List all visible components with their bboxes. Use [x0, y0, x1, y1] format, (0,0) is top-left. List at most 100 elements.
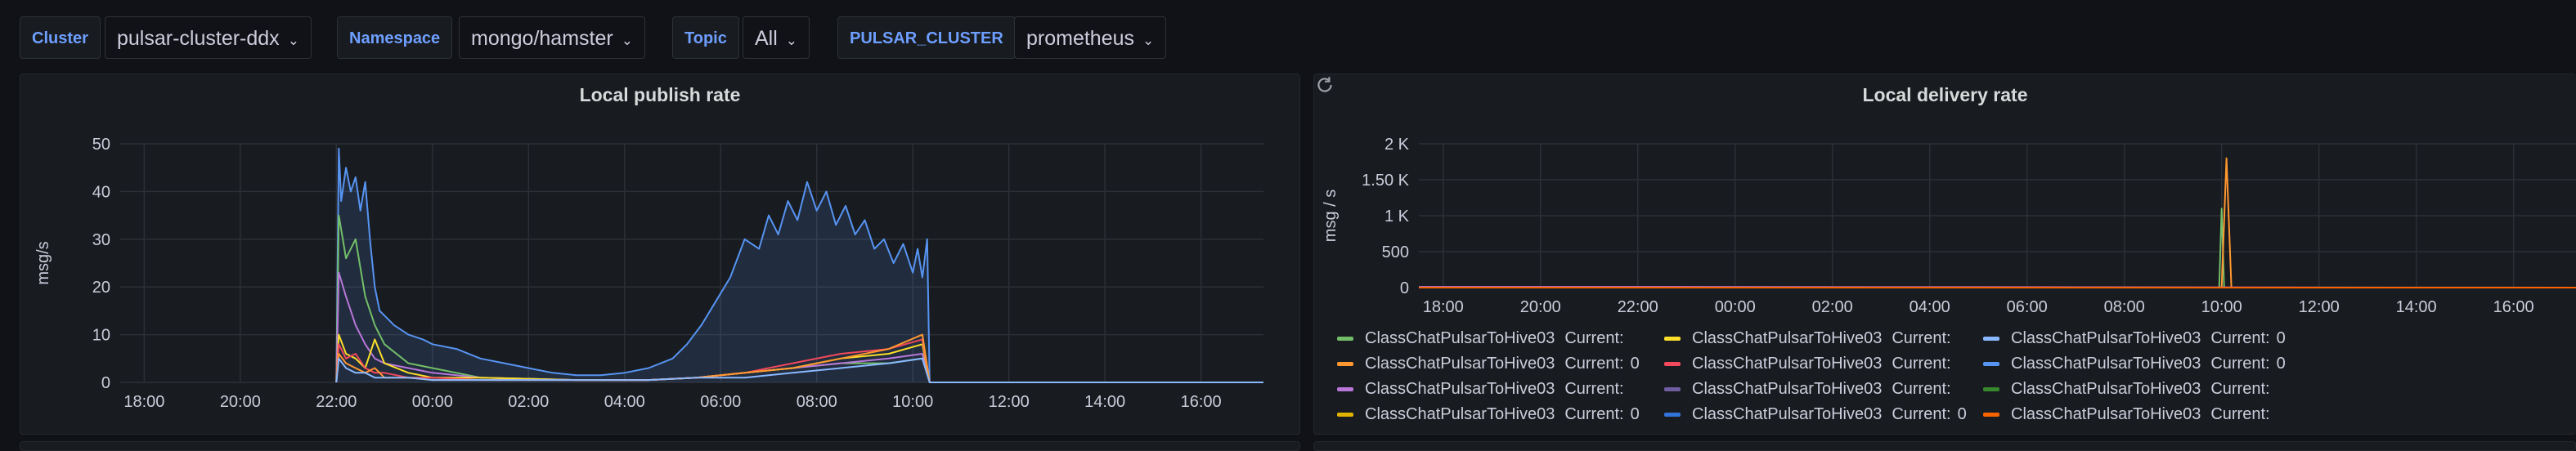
legend-current-value: 0 — [2276, 329, 2286, 347]
x-tick-label: 14:00 — [2396, 298, 2437, 316]
next-panel-edge — [1313, 441, 2576, 451]
legend-current-label: Current: — [1564, 355, 1624, 373]
legend-current-label: Current: — [2210, 355, 2270, 373]
legend-current-value: 0 — [1630, 405, 1640, 423]
chevron-down-icon: ⌄ — [785, 33, 798, 48]
x-tick-label: 04:00 — [1910, 298, 1950, 316]
legend-item[interactable]: ClassChatPulsarToHive03 Current: 0 — [1337, 405, 1640, 424]
y-tick-label: 2 K — [1384, 136, 1410, 154]
local-publish-rate-panel[interactable]: Local publish rate 0 10 20 30 40 50 18:00 20:00… — [20, 74, 1300, 435]
legend-color-swatch — [1983, 387, 1999, 392]
x-tick-label: 02:00 — [1812, 298, 1853, 316]
series-line — [1419, 157, 2576, 288]
series-area — [336, 148, 1263, 383]
legend-current-label: Current: — [2210, 405, 2270, 423]
legend-color-swatch — [1664, 362, 1681, 367]
legend-current-label: Current: — [1892, 405, 1951, 423]
legend-current-label: Current: — [1564, 405, 1624, 423]
legend-current-label: Current: — [2210, 329, 2270, 347]
x-tick-label: 06:00 — [2007, 298, 2048, 316]
legend-item[interactable]: ClassChatPulsarToHive03 Current: 0 — [1337, 355, 1640, 373]
legend-color-swatch — [1664, 387, 1681, 392]
legend-series-name: ClassChatPulsarToHive03 — [2011, 405, 2201, 423]
legend-color-swatch — [1983, 362, 1999, 367]
legend-current-label: Current: — [2210, 380, 2270, 398]
legend-current-value: 0 — [2276, 355, 2286, 373]
next-panel-edge — [20, 441, 1300, 451]
topic-variable-value: All — [755, 27, 778, 50]
x-tick-label: 16:00 — [2493, 298, 2534, 316]
x-tick-label: 08:00 — [2104, 298, 2145, 316]
y-tick-label: 10 — [92, 327, 110, 345]
cluster-variable-label: Cluster — [20, 16, 101, 59]
legend-current-label: Current: — [1564, 329, 1624, 347]
legend-series-name: ClassChatPulsarToHive03 — [1692, 405, 1883, 423]
legend-item[interactable]: ClassChatPulsarToHive03 Current: — [1337, 329, 1631, 348]
y-tick-label: 30 — [92, 231, 110, 249]
x-tick-label: 22:00 — [1618, 298, 1658, 316]
namespace-variable-select[interactable]: mongo/hamster ⌄ — [459, 16, 645, 59]
x-tick-label: 00:00 — [1715, 298, 1756, 316]
publish-rate-chart: 0 10 20 30 40 50 18:00 20:00 22:00 00:00 02:00 04:0… — [34, 136, 1263, 411]
x-tick-label: 02:00 — [508, 393, 549, 411]
namespace-variable-label: Namespace — [337, 16, 453, 59]
legend-item[interactable]: ClassChatPulsarToHive03 Current: 0 — [1983, 355, 2286, 373]
x-tick-label: 20:00 — [220, 393, 261, 411]
legend-current-label: Current: — [1564, 380, 1624, 398]
x-tick-label: 16:00 — [1181, 393, 1222, 411]
legend-color-swatch — [1337, 387, 1353, 392]
legend-item[interactable]: ClassChatPulsarToHive03 Current: — [1664, 329, 1958, 348]
x-tick-label: 08:00 — [797, 393, 837, 411]
legend-current-value: 0 — [1957, 405, 1967, 423]
topic-variable-label: Topic — [672, 16, 739, 59]
legend-series-name: ClassChatPulsarToHive03 — [2011, 355, 2201, 373]
legend-current-label: Current: — [1892, 380, 1951, 398]
y-tick-label: 50 — [92, 136, 110, 154]
y-tick-label: 1 K — [1384, 208, 1410, 226]
legend-item[interactable]: ClassChatPulsarToHive03 Current: — [1983, 405, 2277, 424]
y-tick-label: 20 — [92, 279, 110, 297]
legend-color-swatch — [1664, 413, 1681, 418]
legend-series-name: ClassChatPulsarToHive03 — [1365, 380, 1555, 398]
y-tick-label: 0 — [1400, 279, 1409, 297]
legend-color-swatch — [1664, 337, 1681, 342]
legend-series-name: ClassChatPulsarToHive03 — [1692, 355, 1883, 373]
y-tick-label: 0 — [101, 374, 110, 392]
legend-color-swatch — [1337, 413, 1353, 418]
legend-current-label: Current: — [1892, 355, 1951, 373]
legend-item[interactable]: ClassChatPulsarToHive03 Current: — [1337, 380, 1631, 399]
legend-series-name: ClassChatPulsarToHive03 — [2011, 380, 2201, 398]
legend-series-name: ClassChatPulsarToHive03 — [1692, 329, 1883, 347]
pulsar-cluster-variable-select[interactable]: prometheus ⌄ — [1014, 16, 1167, 59]
legend-color-swatch — [1337, 362, 1353, 367]
chevron-down-icon: ⌄ — [287, 33, 299, 48]
variable-bar: Cluster pulsar-cluster-ddx ⌄ Namespace mo… — [0, 0, 2576, 74]
legend-item[interactable]: ClassChatPulsarToHive03 Current: 0 — [1664, 405, 1967, 424]
legend-item[interactable]: ClassChatPulsarToHive03 Current: — [1664, 355, 1958, 373]
y-axis-label: msg/s — [34, 241, 52, 284]
topic-variable-select[interactable]: All ⌄ — [743, 16, 810, 59]
legend-series-name: ClassChatPulsarToHive03 — [1365, 405, 1555, 423]
legend-item[interactable]: ClassChatPulsarToHive03 Current: — [1983, 380, 2277, 399]
chevron-down-icon: ⌄ — [1142, 33, 1155, 48]
legend-color-swatch — [1983, 413, 1999, 418]
local-delivery-rate-panel[interactable]: Local delivery rate 0 500 1 K 1.50 K2 K 18:0… — [1313, 74, 2576, 435]
x-tick-label: 18:00 — [123, 393, 164, 411]
x-tick-label: 14:00 — [1084, 393, 1125, 411]
cluster-variable-value: pulsar-cluster-ddx — [117, 27, 280, 50]
cluster-variable-select[interactable]: pulsar-cluster-ddx ⌄ — [105, 16, 312, 59]
x-tick-label: 10:00 — [2201, 298, 2242, 316]
legend-item[interactable]: ClassChatPulsarToHive03 Current: — [1664, 380, 1958, 399]
chevron-down-icon: ⌄ — [621, 33, 633, 48]
series-line — [1419, 208, 2576, 288]
legend-color-swatch — [1337, 337, 1353, 342]
delivery-rate-chart: 0 500 1 K 1.50 K 2 K 18:00 20:00 22:00 00:00 02:0… — [1322, 136, 2576, 316]
x-tick-label: 12:00 — [2299, 298, 2340, 316]
legend-color-swatch — [1983, 337, 1999, 342]
legend-series-name: ClassChatPulsarToHive03 — [1365, 355, 1555, 373]
y-axis-label: msg / s — [1322, 190, 1340, 242]
pulsar-cluster-variable-label: PULSAR_CLUSTER — [837, 16, 1016, 59]
legend-current-value: 0 — [1630, 355, 1640, 373]
x-tick-label: 00:00 — [412, 393, 453, 411]
legend-item[interactable]: ClassChatPulsarToHive03 Current: 0 — [1983, 329, 2286, 348]
